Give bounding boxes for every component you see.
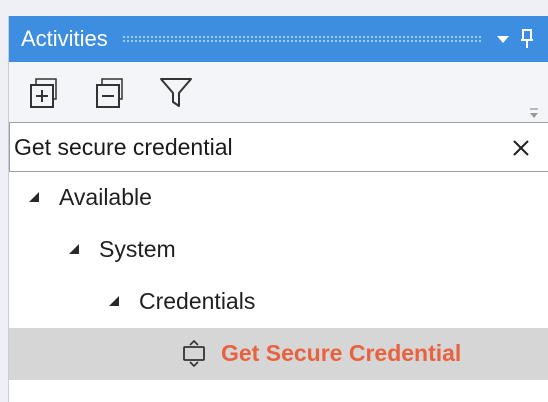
activity-icon <box>183 340 205 368</box>
expanded-arrow-icon[interactable] <box>27 190 41 204</box>
activities-tree: Available System Credentials Get Secure … <box>9 172 548 380</box>
tree-node-credentials[interactable]: Credentials <box>9 276 548 328</box>
dropdown-icon[interactable] <box>491 24 515 54</box>
search-box <box>9 122 548 172</box>
drag-grip[interactable] <box>121 34 481 44</box>
panel-titlebar[interactable]: Activities <box>9 16 548 62</box>
tree-node-label: Credentials <box>139 288 256 314</box>
tree-node-label: System <box>99 236 176 262</box>
expanded-arrow-icon[interactable] <box>107 294 121 308</box>
search-input[interactable] <box>14 131 494 163</box>
expanded-arrow-icon[interactable] <box>67 242 81 256</box>
overflow-chevron-icon[interactable] <box>529 106 539 118</box>
tree-node-available[interactable]: Available <box>9 172 548 224</box>
clear-search-icon[interactable] <box>510 137 532 159</box>
filter-icon[interactable] <box>159 76 193 110</box>
tree-node-label: Available <box>59 184 152 210</box>
tree-node-get-secure-credential[interactable]: Get Secure Credential <box>9 328 548 380</box>
activities-panel: Activities Get secure credential Availab… <box>8 16 548 402</box>
tree-node-system[interactable]: System <box>9 224 548 276</box>
pin-icon[interactable] <box>515 24 539 54</box>
panel-title: Activities <box>21 26 108 51</box>
collapse-all-icon[interactable] <box>93 76 127 110</box>
expand-all-icon[interactable] <box>27 76 61 110</box>
activity-label: Get Secure Credential <box>221 340 462 366</box>
toolbar <box>9 62 548 123</box>
